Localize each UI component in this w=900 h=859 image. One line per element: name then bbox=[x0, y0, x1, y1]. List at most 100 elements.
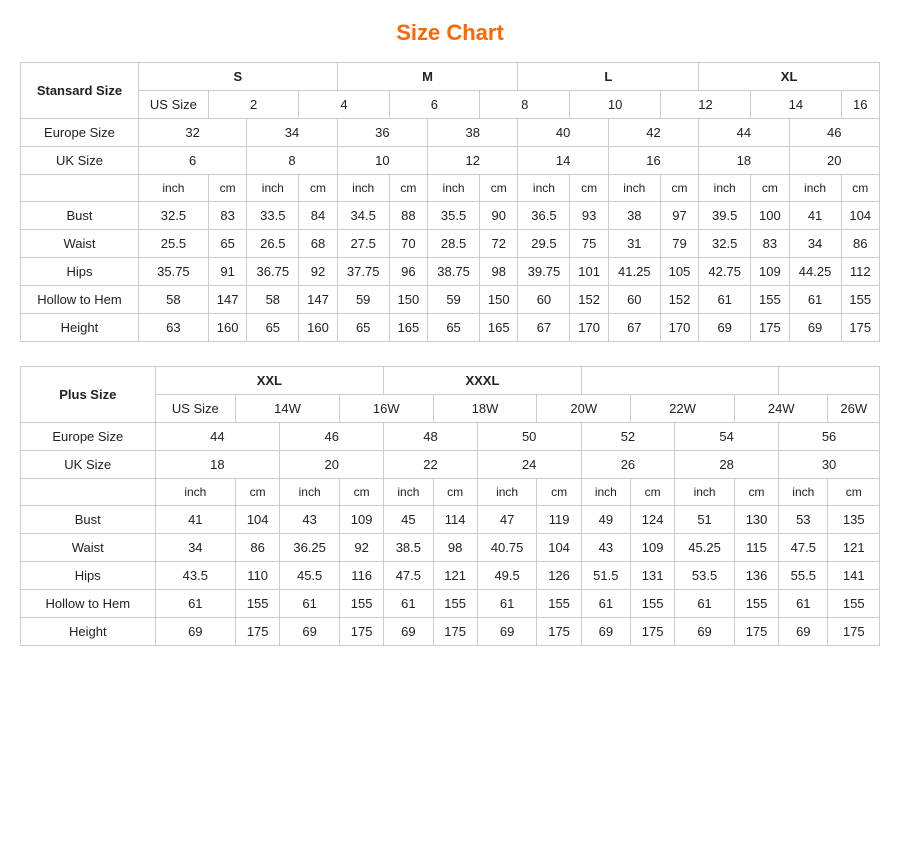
table-cell: 104 bbox=[841, 202, 879, 230]
table-cell: 67 bbox=[608, 314, 660, 342]
units-empty bbox=[21, 479, 156, 506]
uk-size-value: 20 bbox=[280, 451, 384, 479]
table-cell: 29.5 bbox=[518, 230, 570, 258]
table-cell: 150 bbox=[389, 286, 427, 314]
table-cell: 43 bbox=[280, 506, 340, 534]
row-label: Hips bbox=[21, 562, 156, 590]
l-header: L bbox=[518, 63, 699, 91]
row-label: Height bbox=[21, 618, 156, 646]
xxl-header: XXL bbox=[155, 367, 384, 395]
unit-cell: inch bbox=[581, 479, 630, 506]
table-cell: 86 bbox=[236, 534, 280, 562]
table-cell: 36.25 bbox=[280, 534, 340, 562]
table-cell: 175 bbox=[340, 618, 384, 646]
table-cell: 69 bbox=[789, 314, 841, 342]
unit-cell: inch bbox=[675, 479, 735, 506]
table-cell: 160 bbox=[299, 314, 337, 342]
us-size-value: 8 bbox=[480, 91, 570, 119]
uk-size-value: 10 bbox=[337, 147, 427, 175]
table-cell: 61 bbox=[581, 590, 630, 618]
table-cell: 31 bbox=[608, 230, 660, 258]
table-cell: 38 bbox=[608, 202, 660, 230]
uk-size-value: 12 bbox=[428, 147, 518, 175]
europe-size-value: 54 bbox=[675, 423, 779, 451]
table-cell: 69 bbox=[155, 618, 236, 646]
europe-size-value: 46 bbox=[280, 423, 384, 451]
table-cell: 43.5 bbox=[155, 562, 236, 590]
table-cell: 32.5 bbox=[138, 202, 208, 230]
4xl-header bbox=[581, 367, 778, 395]
table-cell: 37.75 bbox=[337, 258, 389, 286]
table-cell: 58 bbox=[247, 286, 299, 314]
table-cell: 165 bbox=[480, 314, 518, 342]
table-cell: 116 bbox=[340, 562, 384, 590]
row-label: Bust bbox=[21, 506, 156, 534]
table-cell: 65 bbox=[247, 314, 299, 342]
table-cell: 25.5 bbox=[138, 230, 208, 258]
table-cell: 32.5 bbox=[699, 230, 751, 258]
unit-cell: inch bbox=[155, 479, 236, 506]
table-cell: 42.75 bbox=[699, 258, 751, 286]
unit-cell: cm bbox=[433, 479, 477, 506]
table-cell: 36.5 bbox=[518, 202, 570, 230]
standard-size-header: Stansard Size bbox=[21, 63, 139, 119]
us-size-value: 12 bbox=[660, 91, 750, 119]
plus-size-header: Plus Size bbox=[21, 367, 156, 423]
table-cell: 155 bbox=[751, 286, 789, 314]
table-cell: 28.5 bbox=[428, 230, 480, 258]
row-label: Hollow to Hem bbox=[21, 286, 139, 314]
unit-cell: cm bbox=[299, 175, 337, 202]
table-cell: 175 bbox=[537, 618, 581, 646]
table-cell: 49 bbox=[581, 506, 630, 534]
table-cell: 98 bbox=[480, 258, 518, 286]
table-cell: 115 bbox=[734, 534, 778, 562]
europe-size-value: 36 bbox=[337, 119, 427, 147]
table-cell: 147 bbox=[208, 286, 246, 314]
table-cell: 88 bbox=[389, 202, 427, 230]
table-cell: 114 bbox=[433, 506, 477, 534]
uk-size-value: 6 bbox=[138, 147, 246, 175]
table-cell: 175 bbox=[236, 618, 280, 646]
table-cell: 101 bbox=[570, 258, 608, 286]
table-cell: 33.5 bbox=[247, 202, 299, 230]
unit-cell: inch bbox=[337, 175, 389, 202]
table-cell: 91 bbox=[208, 258, 246, 286]
table-cell: 147 bbox=[299, 286, 337, 314]
table-cell: 67 bbox=[518, 314, 570, 342]
table-cell: 175 bbox=[734, 618, 778, 646]
table-cell: 155 bbox=[340, 590, 384, 618]
table-cell: 61 bbox=[789, 286, 841, 314]
table-cell: 38.5 bbox=[384, 534, 433, 562]
table-cell: 49.5 bbox=[477, 562, 537, 590]
table-cell: 45.5 bbox=[280, 562, 340, 590]
plus-size-table: Plus Size XXL XXXL US Size14W16W18W20W22… bbox=[20, 366, 880, 646]
table-cell: 60 bbox=[608, 286, 660, 314]
table-cell: 141 bbox=[828, 562, 880, 590]
unit-cell: inch bbox=[779, 479, 828, 506]
unit-cell: inch bbox=[699, 175, 751, 202]
unit-cell: inch bbox=[247, 175, 299, 202]
table-cell: 175 bbox=[433, 618, 477, 646]
table-cell: 155 bbox=[841, 286, 879, 314]
table-cell: 109 bbox=[340, 506, 384, 534]
table-cell: 97 bbox=[660, 202, 698, 230]
table-cell: 55.5 bbox=[779, 562, 828, 590]
row-label: Hollow to Hem bbox=[21, 590, 156, 618]
table-cell: 61 bbox=[155, 590, 236, 618]
table-cell: 47.5 bbox=[779, 534, 828, 562]
table-cell: 170 bbox=[660, 314, 698, 342]
table-cell: 104 bbox=[236, 506, 280, 534]
table-cell: 84 bbox=[299, 202, 337, 230]
table-cell: 72 bbox=[480, 230, 518, 258]
table-cell: 41.25 bbox=[608, 258, 660, 286]
table-cell: 130 bbox=[734, 506, 778, 534]
table-cell: 69 bbox=[675, 618, 735, 646]
table-cell: 112 bbox=[841, 258, 879, 286]
table-cell: 45 bbox=[384, 506, 433, 534]
table-cell: 175 bbox=[631, 618, 675, 646]
table-cell: 69 bbox=[581, 618, 630, 646]
europe-size-value: 40 bbox=[518, 119, 608, 147]
europe-size-value: 50 bbox=[477, 423, 581, 451]
europe-size-value: 32 bbox=[138, 119, 246, 147]
uk-size-value: 14 bbox=[518, 147, 608, 175]
